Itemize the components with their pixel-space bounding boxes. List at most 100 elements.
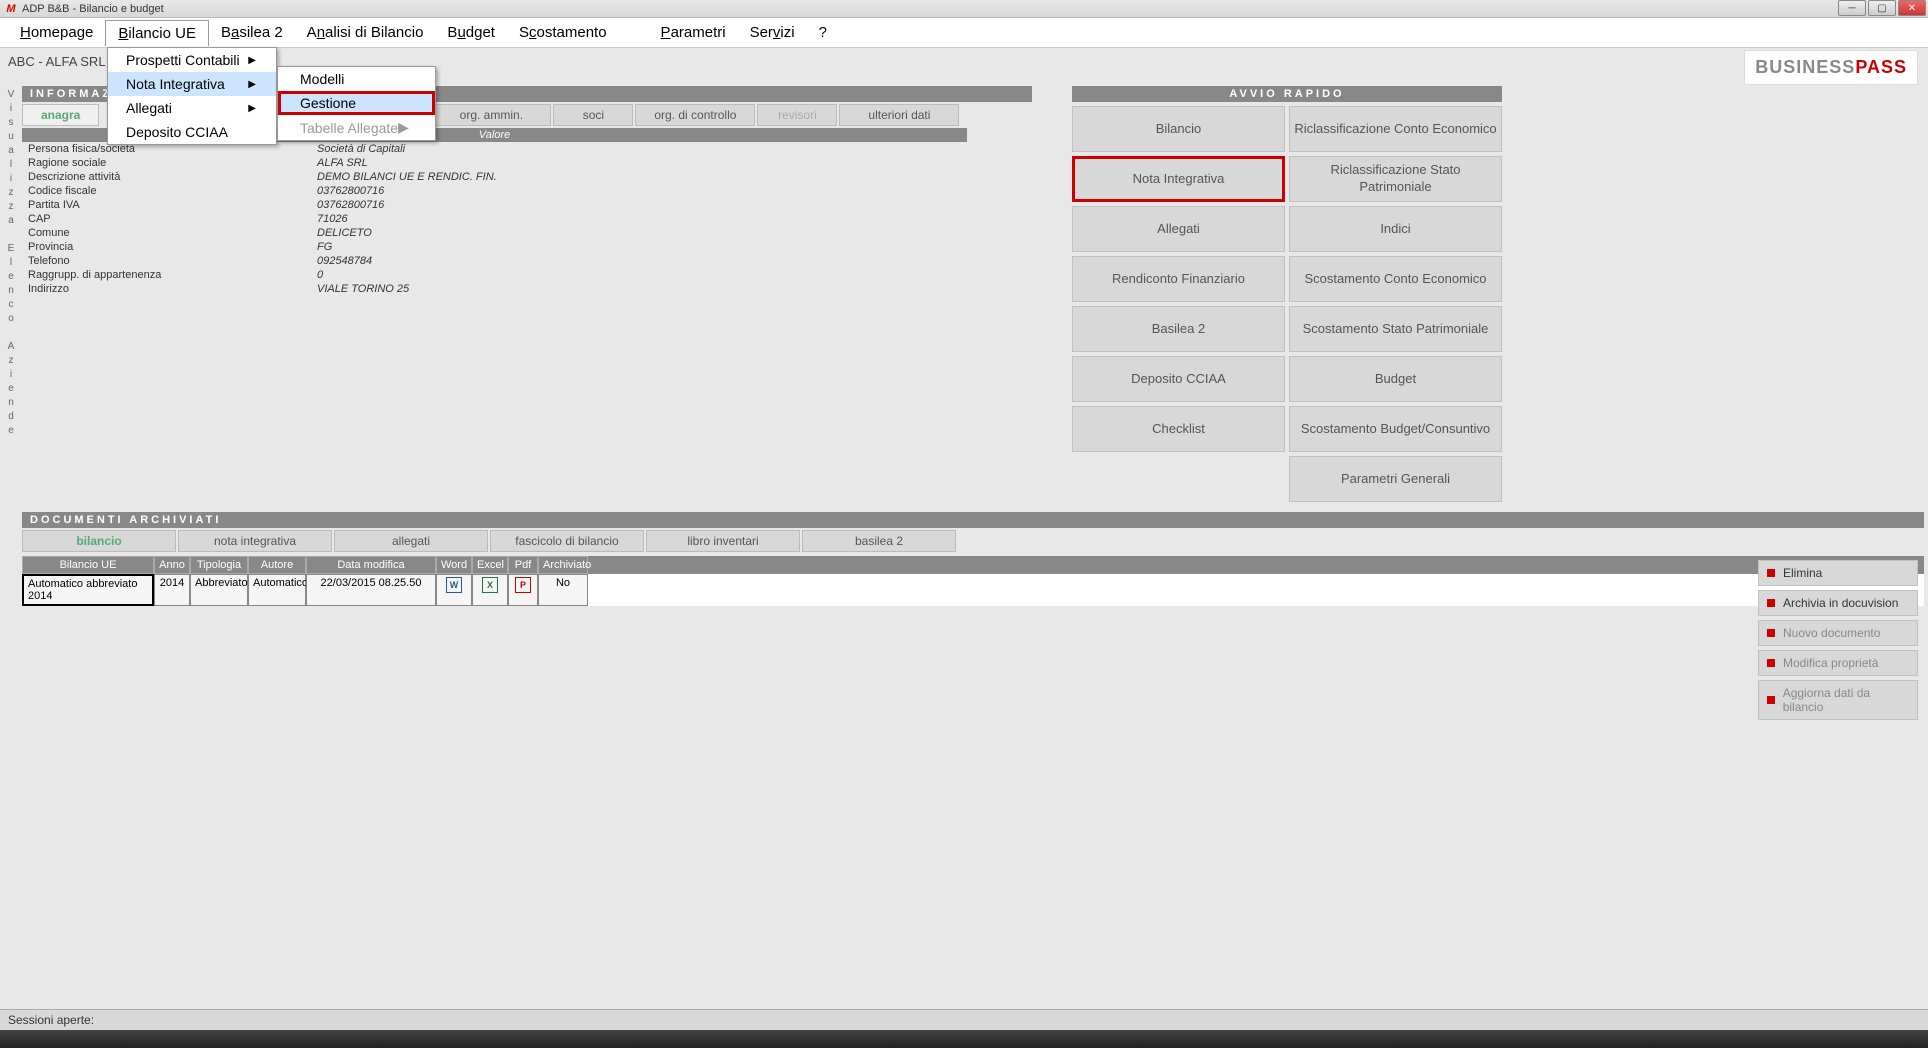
app-icon: M	[4, 2, 18, 16]
statusbar: Sessioni aperte:	[0, 1009, 1928, 1030]
data-label: Descrizione attività	[22, 171, 317, 183]
cell-autore: Automatico	[248, 574, 306, 606]
quick-button[interactable]: Riclassificazione Conto Economico	[1289, 106, 1502, 152]
archive-row[interactable]: Automatico abbreviato 2014 2014 Abbrevia…	[22, 574, 1924, 606]
dropdown-deposito[interactable]: Deposito CCIAA	[108, 120, 276, 144]
col-autore[interactable]: Autore	[248, 556, 306, 574]
cell-excel[interactable]: X	[472, 574, 508, 606]
data-row: Partita IVA03762800716	[22, 198, 967, 212]
quick-button[interactable]: Deposito CCIAA	[1072, 356, 1285, 402]
data-value: Società di Capitali	[317, 143, 405, 155]
data-value: DEMO BILANCI UE E RENDIC. FIN.	[317, 171, 497, 183]
menu-help[interactable]: ?	[807, 20, 839, 45]
menu-basilea2[interactable]: Basilea 2	[209, 20, 295, 45]
submenu-tabelle-allegate[interactable]: Tabelle Allegate▶	[278, 115, 435, 140]
quick-button[interactable]: Allegati	[1072, 206, 1285, 252]
menu-budget[interactable]: Budget	[435, 20, 507, 45]
company-data-table: Persona fisica/societàSocietà di Capital…	[22, 142, 967, 296]
data-row: Codice fiscale03762800716	[22, 184, 967, 198]
window-controls: ─ ▢ ✕	[1836, 0, 1926, 16]
submenu-gestione[interactable]: Gestione	[278, 91, 435, 115]
square-icon	[1767, 659, 1775, 667]
quick-button[interactable]: Indici	[1289, 206, 1502, 252]
menu-bilancio-ue[interactable]: Bilancio UE	[105, 20, 209, 46]
data-value: FG	[317, 241, 332, 253]
square-icon	[1767, 569, 1775, 577]
quick-button[interactable]: Parametri Generali	[1289, 456, 1502, 502]
col-tipologia[interactable]: Tipologia	[190, 556, 248, 574]
docs-tab-bilancio[interactable]: bilancio	[22, 530, 176, 552]
action-item[interactable]: Archivia in docuvision	[1758, 590, 1918, 616]
quick-button[interactable]: Checklist	[1072, 406, 1285, 452]
docs-tab-nota[interactable]: nota integrativa	[178, 530, 332, 552]
cell-word[interactable]: W	[436, 574, 472, 606]
data-value: 092548784	[317, 255, 372, 267]
quick-button[interactable]: Rendiconto Finanziario	[1072, 256, 1285, 302]
action-item: Modifica proprietà	[1758, 650, 1918, 676]
action-item[interactable]: Elimina	[1758, 560, 1918, 586]
data-label: Comune	[22, 227, 317, 239]
tab-org-controllo[interactable]: org. di controllo	[635, 104, 755, 126]
quick-button[interactable]: Bilancio	[1072, 106, 1285, 152]
close-button[interactable]: ✕	[1898, 0, 1926, 16]
data-label: Codice fiscale	[22, 185, 317, 197]
window-title: ADP B&B - Bilancio e budget	[22, 3, 164, 15]
docs-tab-libro[interactable]: libro inventari	[646, 530, 800, 552]
data-row: IndirizzoVIALE TORINO 25	[22, 282, 967, 296]
action-item: Aggiorna dati da bilancio	[1758, 680, 1918, 720]
minimize-button[interactable]: ─	[1838, 0, 1866, 16]
quick-button[interactable]: Riclassificazione Stato Patrimoniale	[1289, 156, 1502, 202]
cell-pdf[interactable]: P	[508, 574, 538, 606]
docs-tab-fascicolo[interactable]: fascicolo di bilancio	[490, 530, 644, 552]
quick-button[interactable]: Scostamento Stato Patrimoniale	[1289, 306, 1502, 352]
dropdown-allegati[interactable]: Allegati▶	[108, 96, 276, 120]
data-value: DELICETO	[317, 227, 372, 239]
col-archiviato[interactable]: Archiviato	[538, 556, 588, 574]
square-icon	[1767, 629, 1775, 637]
col-excel[interactable]: Excel	[472, 556, 508, 574]
tab-org-ammin[interactable]: org. ammin.	[431, 104, 551, 126]
col-anno[interactable]: Anno	[154, 556, 190, 574]
menu-servizi[interactable]: Servizi	[738, 20, 807, 45]
quick-start-header: AVVIO RAPIDO	[1072, 86, 1502, 102]
col-pdf[interactable]: Pdf	[508, 556, 538, 574]
titlebar: M ADP B&B - Bilancio e budget ─ ▢ ✕	[0, 0, 1928, 18]
archive-header: Bilancio UE Anno Tipologia Autore Data m…	[22, 556, 1924, 574]
quick-button[interactable]: Nota Integrativa	[1072, 156, 1285, 202]
quick-button[interactable]: Scostamento Conto Economico	[1289, 256, 1502, 302]
sidebar-vertical-label[interactable]: Visualizza Elenco Aziende	[4, 88, 18, 438]
tab-anagrafica[interactable]: anagra	[22, 104, 99, 126]
data-label: Indirizzo	[22, 283, 317, 295]
docs-tab-allegati[interactable]: allegati	[334, 530, 488, 552]
archive-table: Bilancio UE Anno Tipologia Autore Data m…	[22, 556, 1924, 606]
tab-ulteriori[interactable]: ulteriori dati	[839, 104, 959, 126]
docs-tab-basilea[interactable]: basilea 2	[802, 530, 956, 552]
submenu-modelli[interactable]: Modelli	[278, 67, 435, 91]
quick-button[interactable]: Scostamento Budget/Consuntivo	[1289, 406, 1502, 452]
data-label: CAP	[22, 213, 317, 225]
menu-parametri[interactable]: Parametri	[649, 20, 738, 45]
word-icon: W	[446, 577, 462, 593]
dropdown-prospetti[interactable]: Prospetti Contabili▶	[108, 48, 276, 72]
menu-homepage[interactable]: Homepage	[8, 20, 105, 45]
dropdown-nota-integrativa[interactable]: Nota Integrativa▶	[108, 72, 276, 96]
taskbar	[0, 1030, 1928, 1048]
data-row: Descrizione attivitàDEMO BILANCI UE E RE…	[22, 170, 967, 184]
submenu-nota-integrativa: Modelli Gestione Tabelle Allegate▶	[277, 66, 436, 141]
col-word[interactable]: Word	[436, 556, 472, 574]
menu-analisi[interactable]: Analisi di Bilancio	[295, 20, 436, 45]
chevron-right-icon: ▶	[248, 103, 256, 114]
quick-button[interactable]: Budget	[1289, 356, 1502, 402]
chevron-right-icon: ▶	[248, 79, 256, 90]
actions-panel: EliminaArchivia in docuvisionNuovo docum…	[1758, 560, 1918, 724]
data-row: ComuneDELICETO	[22, 226, 967, 240]
data-value: 71026	[317, 213, 348, 225]
maximize-button[interactable]: ▢	[1868, 0, 1896, 16]
quick-button[interactable]: Basilea 2	[1072, 306, 1285, 352]
tab-soci[interactable]: soci	[553, 104, 633, 126]
tab-revisori[interactable]: revisori	[757, 104, 837, 126]
col-data-modifica[interactable]: Data modifica	[306, 556, 436, 574]
menu-scostamento[interactable]: Scostamento	[507, 20, 619, 45]
col-bilancio[interactable]: Bilancio UE	[22, 556, 154, 574]
data-label: Raggrupp. di appartenenza	[22, 269, 317, 281]
